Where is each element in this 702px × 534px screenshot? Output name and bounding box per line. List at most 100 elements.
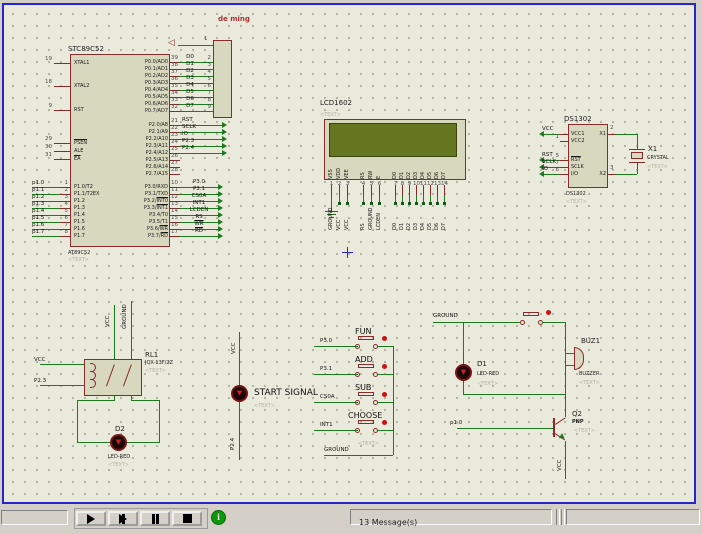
- pin-stub: [54, 63, 70, 64]
- pin-stub: [363, 185, 364, 195]
- origin-marker: [347, 247, 348, 258]
- pin-name: D6: [434, 155, 441, 179]
- net-label: RS: [180, 214, 218, 220]
- pin-name: P3.3/INT1: [114, 205, 168, 211]
- bus-arrow-icon: ◁: [168, 39, 175, 48]
- divider: [561, 509, 565, 525]
- pin-name: D0: [392, 155, 399, 179]
- schematic-canvas[interactable]: de ming STC89C52 AT89C52 <TEXT> ◁ 1 LCD1…: [2, 3, 696, 504]
- info-icon[interactable]: i: [211, 510, 226, 525]
- pin-number: 5: [56, 208, 68, 214]
- pin-stub: [560, 174, 568, 175]
- net-label: RST: [182, 117, 193, 123]
- rtc-title: DS1302: [564, 115, 592, 123]
- wire: [77, 400, 115, 401]
- pin-number: 10: [171, 180, 178, 186]
- wire: [314, 346, 358, 347]
- net-label: D0: [182, 54, 198, 60]
- wire: [114, 305, 115, 359]
- stop-button[interactable]: [172, 511, 202, 526]
- pin-stub: [444, 185, 445, 195]
- transistor-collector: [555, 417, 566, 424]
- pin-name: ALE: [74, 148, 83, 154]
- connector[interactable]: [213, 40, 232, 118]
- pin-name: P0.6/AD6: [114, 101, 168, 107]
- play-button[interactable]: [76, 511, 106, 526]
- pin-number: 8: [56, 229, 68, 235]
- wire: [378, 430, 393, 431]
- lcd-screen: [329, 123, 457, 157]
- button-label: CHOOSE: [348, 411, 382, 420]
- crystal[interactable]: [631, 152, 643, 159]
- net-label: D3: [413, 204, 420, 230]
- pin-number: 38: [171, 62, 178, 68]
- net-label: D7: [441, 204, 448, 230]
- pin-name: P3.7/RD: [114, 233, 168, 239]
- connector-pin-number: 1: [204, 36, 208, 42]
- transistor-value: PNP: [572, 419, 584, 425]
- net-label: D4: [420, 204, 427, 230]
- pin-name: P0.5/AD5: [114, 94, 168, 100]
- pin-name: RST: [571, 157, 581, 163]
- pin-name: D7: [441, 155, 448, 179]
- relay-text-placeholder: <TEXT>: [145, 368, 166, 374]
- push-button-fun[interactable]: [358, 336, 374, 340]
- net-label: IO: [182, 131, 188, 137]
- relay-value: JQX-13F/2Z: [145, 360, 173, 366]
- pin-name: P2.2/A10: [114, 136, 168, 142]
- wire: [637, 163, 638, 174]
- emitter-arrow-icon: [559, 433, 566, 441]
- message-count: 13 Message(s): [351, 518, 417, 527]
- led-d1[interactable]: ▼: [455, 364, 472, 381]
- buzzer[interactable]: [574, 347, 584, 370]
- net-label: P2.3: [34, 378, 46, 384]
- button-label: ADD: [355, 355, 373, 364]
- net-label: p1.4: [32, 208, 44, 214]
- pin-name: P0.1/AD1: [114, 66, 168, 72]
- net-label: D2: [406, 204, 413, 230]
- net-label: GROUND: [433, 313, 458, 319]
- pin-name: P3.2/INT0: [114, 198, 168, 204]
- net-label: SCLK: [182, 124, 196, 130]
- pin-name: P3.1/TXD: [114, 191, 168, 197]
- pin-name: VDD: [336, 155, 343, 179]
- play-icon: [87, 514, 95, 524]
- pin-name: P3.5/T1: [114, 219, 168, 225]
- push-button-sub[interactable]: [358, 392, 374, 396]
- pause-button[interactable]: [140, 511, 170, 526]
- led-start-signal[interactable]: ▼: [231, 385, 248, 402]
- pin-number: 4: [56, 201, 68, 207]
- pin-number: 21: [171, 118, 178, 124]
- step-button[interactable]: [108, 511, 138, 526]
- message-panel[interactable]: 13 Message(s): [350, 509, 552, 525]
- led-d2[interactable]: ▼: [110, 434, 127, 451]
- push-button-add[interactable]: [358, 364, 374, 368]
- wire: [393, 346, 394, 455]
- wire: [40, 385, 90, 386]
- wire: [314, 374, 358, 375]
- pin-number: 19: [38, 56, 52, 62]
- status-panel: [1, 510, 68, 525]
- pin-stub: [54, 86, 70, 87]
- push-button[interactable]: [523, 312, 539, 316]
- pin-name: PSEN: [74, 140, 87, 146]
- pin-stub: [423, 185, 424, 195]
- pin-number: 32: [171, 104, 178, 110]
- pin-name: P2.3/A11: [114, 143, 168, 149]
- wire: [565, 365, 574, 366]
- net-label: D6: [434, 204, 441, 230]
- pin-name: VCC1: [571, 131, 585, 137]
- pin-name: E: [376, 155, 383, 179]
- pin-name: P3.4/T0: [114, 212, 168, 218]
- pin-name: P2.6/A14: [114, 164, 168, 170]
- net-label: P3.0: [180, 179, 218, 185]
- net-label: p1.2: [32, 194, 44, 200]
- pin-stub: [54, 159, 70, 160]
- pin-number: 30: [38, 144, 52, 150]
- pin-number: 6: [56, 215, 68, 221]
- push-button-choose[interactable]: [358, 420, 374, 424]
- buzzer-value: BUZZER: [579, 371, 600, 377]
- pin-name: X2: [588, 171, 606, 177]
- annotation-text: de ming: [218, 15, 250, 23]
- net-label: VCC: [557, 453, 564, 471]
